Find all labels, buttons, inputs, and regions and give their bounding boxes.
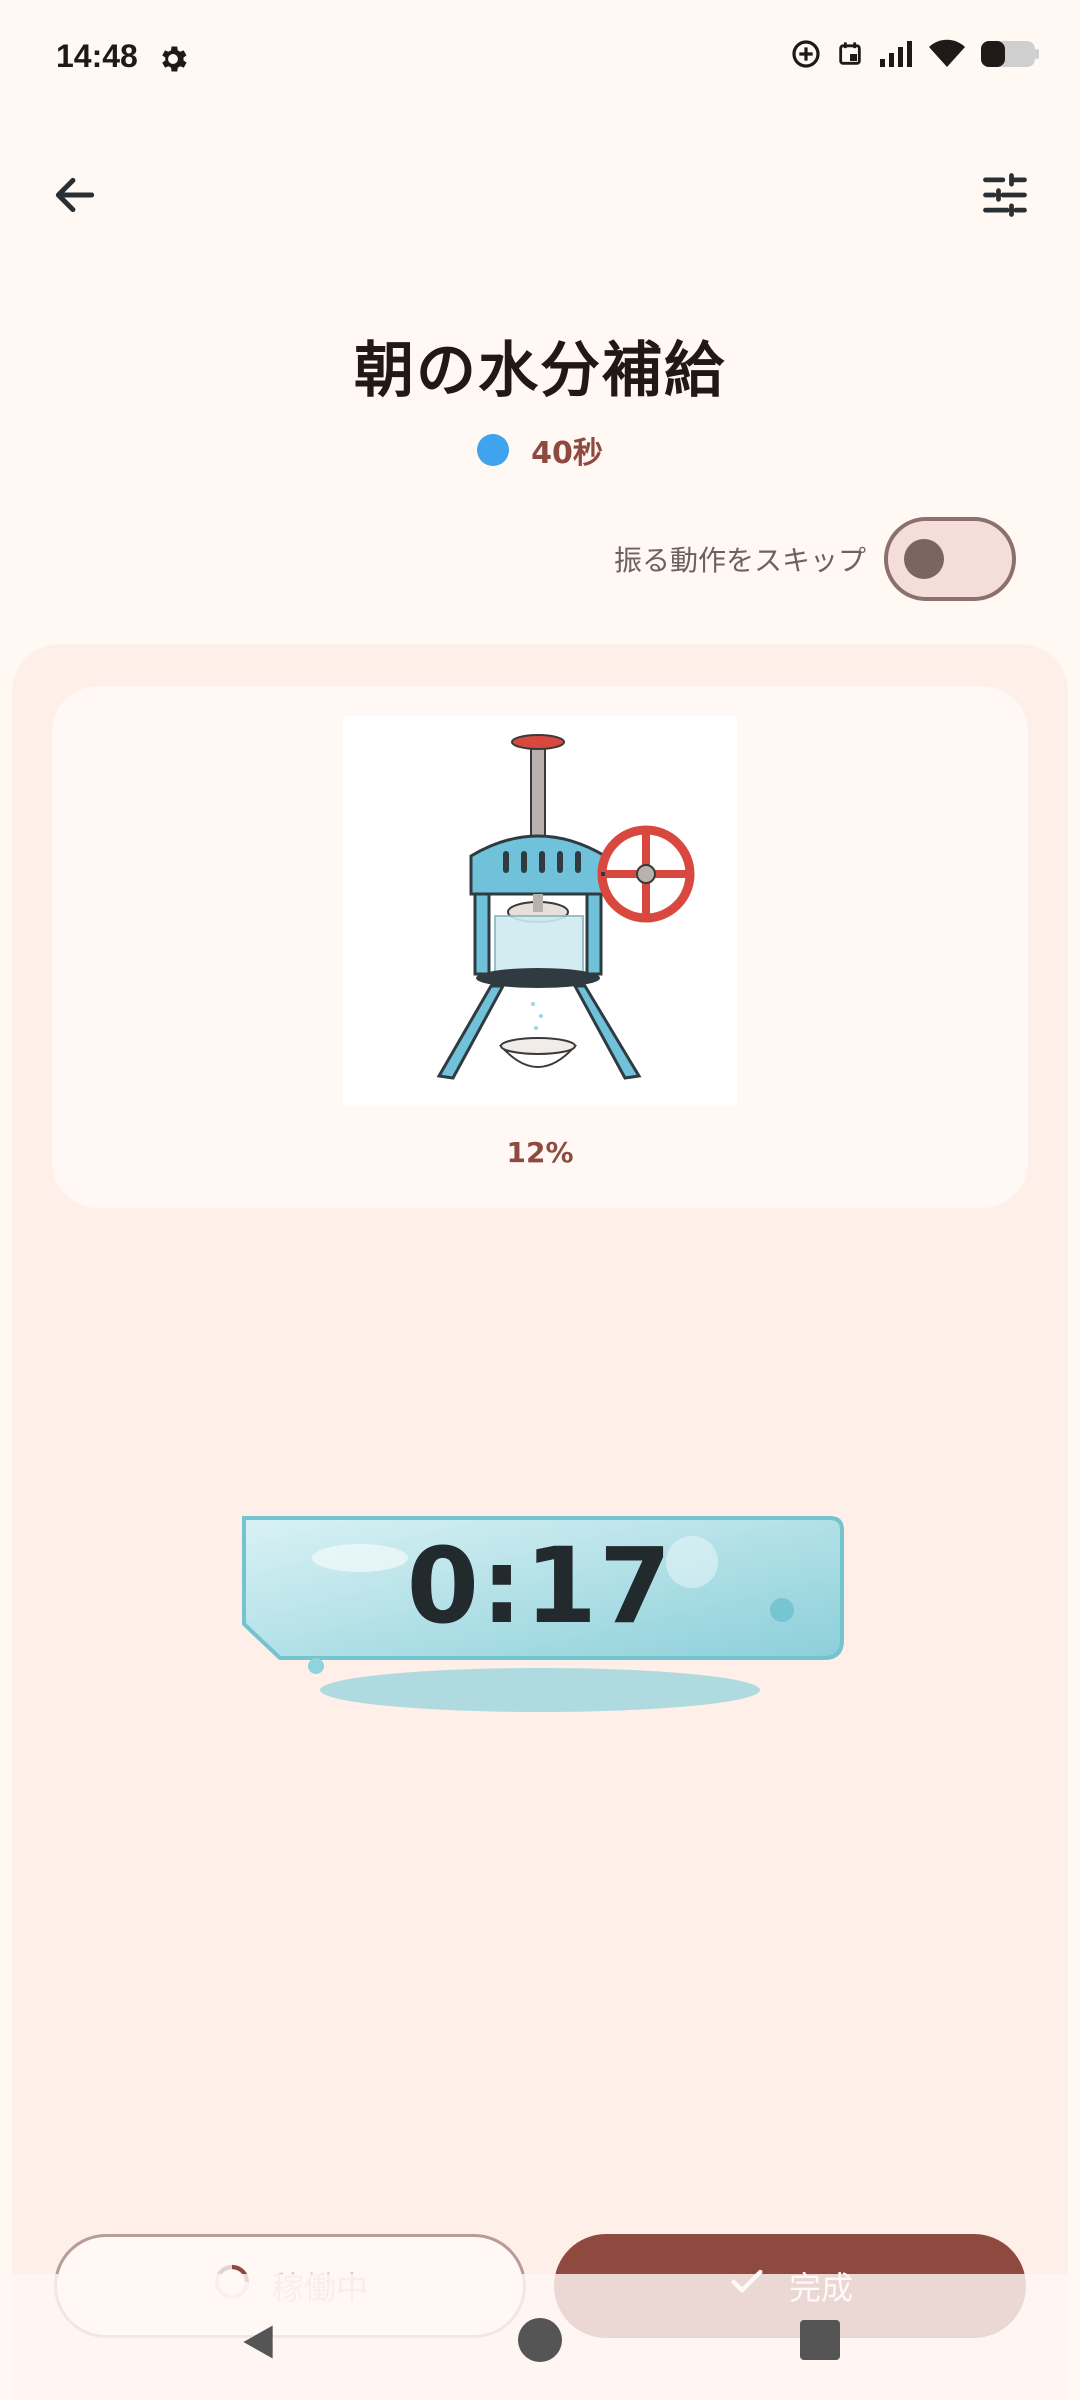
duration-dot <box>477 434 510 466</box>
duration-label: 40秒 <box>531 436 603 471</box>
shaved-ice-machine-illustration <box>343 716 737 1106</box>
toggle-knob <box>904 539 944 579</box>
back-button[interactable] <box>40 162 110 232</box>
arrow-left-icon <box>50 170 100 224</box>
skip-shake-row: 振る動作をスキップ <box>614 516 1016 602</box>
skip-shake-toggle[interactable] <box>884 517 1016 601</box>
timer-text: 0:17 <box>406 1525 674 1647</box>
system-nav-bar <box>0 2274 1080 2400</box>
location-icon <box>790 38 822 70</box>
skip-shake-label: 振る動作をスキップ <box>613 544 866 577</box>
tune-icon <box>979 169 1031 225</box>
nav-recent-icon[interactable] <box>800 2320 840 2360</box>
page-title: 朝の水分補給 <box>354 336 726 406</box>
progress-label: 12% <box>506 1136 574 1169</box>
calendar-icon <box>836 40 864 68</box>
signal-icon <box>878 39 914 69</box>
battery-icon <box>980 39 1040 69</box>
duration-row: 40秒 <box>0 428 1080 472</box>
settings-icon <box>156 42 190 76</box>
top-app-bar <box>0 150 1080 250</box>
wifi-icon <box>928 39 966 69</box>
nav-back-icon[interactable] <box>236 2320 280 2368</box>
status-time: 14:48 <box>56 38 138 74</box>
tune-button[interactable] <box>970 162 1040 232</box>
nav-home-icon[interactable] <box>518 2318 562 2362</box>
status-bar: 14:48 <box>0 0 1080 120</box>
